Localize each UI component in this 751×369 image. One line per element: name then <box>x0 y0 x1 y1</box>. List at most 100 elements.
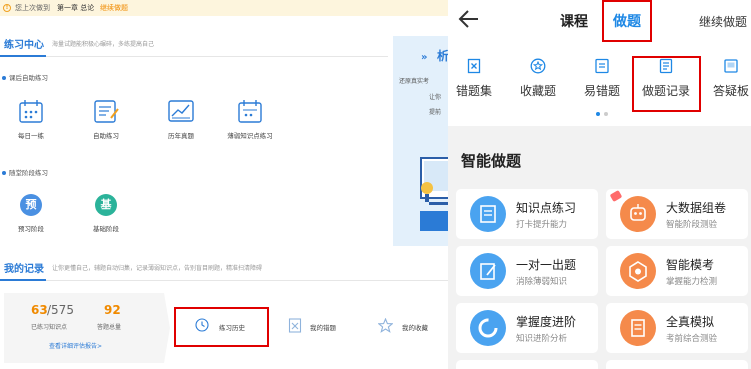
my-favorites-link[interactable]: 我的收藏 <box>402 322 428 332</box>
last-studied-label: 您上次做到 <box>15 4 50 12</box>
resume-bar: ! 您上次做到 第一章 总论 继续做题 <box>0 0 448 16</box>
banner-cta-button[interactable] <box>420 211 448 231</box>
card-subtitle: 考前综合测验 <box>666 334 718 344</box>
card-subtitle: 知识进阶分析 <box>516 334 568 344</box>
continue-practice-button[interactable]: 继续做题 <box>699 13 747 30</box>
card-knowledge-practice[interactable]: 知识点练习 打卡提升能力 <box>456 189 598 239</box>
card-full-simulation[interactable]: 全真模拟 考前综合测验 <box>606 303 748 353</box>
card-subtitle: 消除薄弱知识 <box>516 277 568 287</box>
divider <box>0 280 448 281</box>
card-title: 全真模拟 <box>666 315 715 329</box>
tool-qa-board[interactable]: 答疑板 <box>701 58 751 99</box>
past-exams[interactable]: 历年真题 <box>151 98 211 140</box>
active-underline <box>0 55 46 57</box>
active-underline <box>0 279 46 281</box>
notebook-icon <box>94 100 119 123</box>
card-title: 智能模考 <box>666 258 715 272</box>
star-circle-icon <box>530 58 546 74</box>
past-exams-label: 历年真题 <box>168 132 194 140</box>
tool-label: 易错题 <box>583 84 620 98</box>
back-arrow-icon[interactable] <box>458 6 480 32</box>
promo-banner[interactable]: » 析 还原真实考 让你 提前 <box>393 36 448 246</box>
daily-practice-label: 每日一练 <box>18 132 44 140</box>
tab-course[interactable]: 课程 <box>560 11 588 31</box>
card-subtitle: 掌握能力检测 <box>666 277 718 287</box>
star-icon <box>378 318 393 333</box>
card-one-on-one[interactable]: 一对一出题 消除薄弱知识 <box>456 246 598 296</box>
robot-icon <box>620 196 656 232</box>
card-partial[interactable] <box>606 360 748 369</box>
banner-title-char: 析 <box>437 49 448 63</box>
basic-stage-icon: 基 <box>95 194 117 216</box>
tool-label: 答疑板 <box>712 84 749 98</box>
card-partial[interactable] <box>456 360 598 369</box>
double-arrow-icon: » <box>421 52 428 63</box>
card-big-data-paper[interactable]: 大数据组卷 智能阶段测验 <box>606 189 748 239</box>
my-records-desc: 让你更懂自己，辅题自动归集，记录薄弱知识点，告别盲目刷题，精准扫清障碍 <box>52 265 263 272</box>
practiced-points-count: 63 <box>31 303 48 317</box>
chart-icon <box>168 100 194 122</box>
card-subtitle: 智能阶段测验 <box>666 220 718 230</box>
self-practice-label: 自助练习 <box>93 132 119 140</box>
preview-stage[interactable]: 预 预习阶段 <box>1 194 61 233</box>
paper-icon <box>620 310 656 346</box>
wrong-set-icon <box>467 58 481 74</box>
card-subtitle: 打卡提升能力 <box>516 220 568 230</box>
preview-stage-label: 预习阶段 <box>18 225 44 233</box>
my-records-title: 我的记录 <box>4 264 44 275</box>
highlight-box <box>602 0 652 42</box>
card-title: 掌握度进阶 <box>516 315 577 329</box>
pen-icon <box>470 253 506 289</box>
banner-line: 让你 <box>429 94 442 101</box>
banner-line: 提前 <box>429 109 442 116</box>
calendar-icon <box>19 100 43 123</box>
computer-illustration <box>420 157 448 205</box>
stats-arrow <box>160 293 170 363</box>
basic-stage[interactable]: 基 基础阶段 <box>76 194 136 233</box>
warning-icon: ! <box>3 4 11 12</box>
divider <box>0 56 388 57</box>
answered-label: 答题总量 <box>97 324 122 331</box>
practice-center-desc: 海量试题能积极心碾碎，多练提高自己 <box>52 41 155 48</box>
web-practice-panel: ! 您上次做到 第一章 总论 继续做题 练习中心 海量试题能积极心碾碎，多练提高… <box>0 0 448 369</box>
preview-stage-icon: 预 <box>20 194 42 216</box>
highlight-box <box>174 307 269 347</box>
daily-practice[interactable]: 每日一练 <box>1 98 61 140</box>
progress-ring-icon <box>470 310 506 346</box>
tool-wrong-set[interactable]: 错题集 <box>448 58 504 99</box>
weak-point-practice-label: 薄弱知识点练习 <box>227 132 273 140</box>
page-dot[interactable] <box>604 112 608 116</box>
card-title: 大数据组卷 <box>666 201 727 215</box>
tool-label: 错题集 <box>455 84 492 98</box>
weak-point-practice[interactable]: 薄弱知识点练习 <box>220 98 280 140</box>
highlight-box <box>632 56 701 112</box>
practice-center-title: 练习中心 <box>4 40 44 51</box>
last-chapter: 第一章 总论 <box>57 4 95 12</box>
banner-line: 还原真实考 <box>399 78 430 85</box>
page-dot-active[interactable] <box>596 112 600 116</box>
app-header: 课程 做题 继续做题 错题集 收藏题 易错题 做题记录 答疑板 <box>448 0 751 126</box>
continue-link[interactable]: 继续做题 <box>100 0 128 16</box>
stage-practice-heading: 随堂阶段练习 <box>2 167 48 177</box>
self-practice[interactable]: 自助练习 <box>76 98 136 140</box>
knowledge-icon <box>470 196 506 232</box>
error-prone-icon <box>595 58 609 74</box>
total-points-count: /575 <box>47 303 74 317</box>
card-title: 一对一出题 <box>516 258 577 272</box>
target-icon <box>620 253 656 289</box>
calendar-check-icon <box>238 100 262 123</box>
report-link[interactable]: 查看详细评估报告> <box>49 341 102 350</box>
practiced-points-label: 已练习知识点 <box>31 324 68 331</box>
my-wrong-questions-link[interactable]: 我的错题 <box>310 322 336 332</box>
stats-panel: 63 /575 已练习知识点 92 答题总量 查看详细评估报告> <box>4 293 164 363</box>
answered-count: 92 <box>104 303 121 317</box>
card-mastery-advance[interactable]: 掌握度进阶 知识进阶分析 <box>456 303 598 353</box>
qa-board-icon <box>724 59 738 73</box>
wrong-note-icon <box>288 318 302 333</box>
card-smart-mock-exam[interactable]: 智能模考 掌握能力检测 <box>606 246 748 296</box>
smart-practice-title: 智能做题 <box>461 152 522 170</box>
tool-error-prone[interactable]: 易错题 <box>572 58 632 99</box>
tool-favorites[interactable]: 收藏题 <box>508 58 568 99</box>
after-class-heading: 课后自助练习 <box>2 72 48 82</box>
app-practice-panel: 课程 做题 继续做题 错题集 收藏题 易错题 做题记录 答疑板 智能做题 知识点… <box>448 0 751 369</box>
